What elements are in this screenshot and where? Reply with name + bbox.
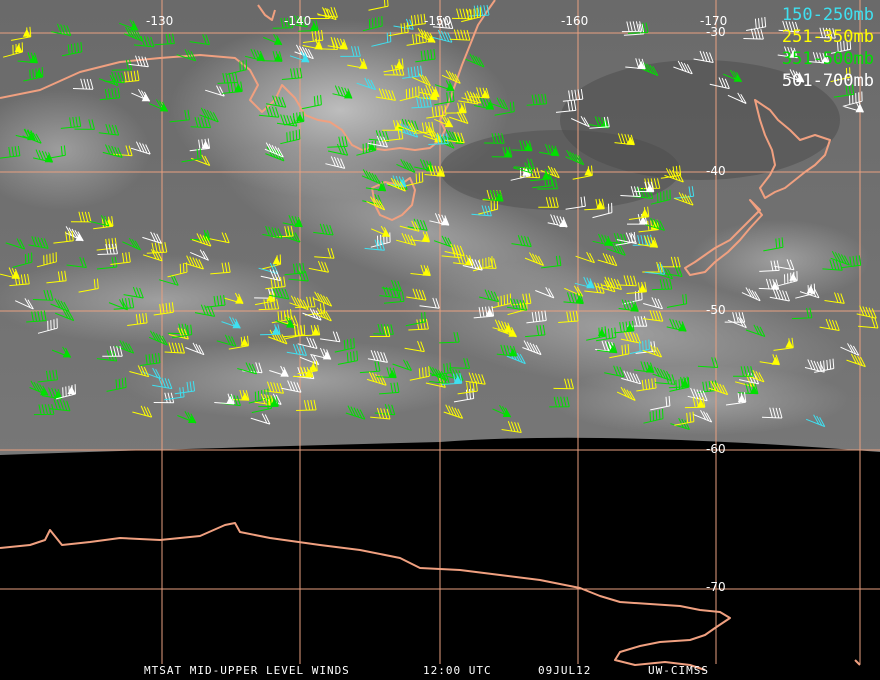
legend-item-251-350: 251-350mb	[781, 27, 874, 47]
lat-label-40: -40	[706, 164, 726, 178]
legend-item-150-250: 150-250mb	[781, 5, 874, 25]
footer-date: 09JUL12	[538, 664, 592, 677]
lon-label-130: -130	[146, 14, 174, 28]
footer-bar: MTSAT MID-UPPER LEVEL WINDS 12:00 UTC 09…	[0, 664, 880, 680]
lat-label-50: -50	[706, 303, 726, 317]
satellite-wind-map	[0, 0, 880, 680]
lat-label-30: -30	[706, 25, 726, 39]
legend-item-501-700: 501-700mb	[781, 71, 874, 91]
lon-label-160: -160	[561, 14, 589, 28]
pressure-legend: 150-250mb 251-350mb 351-500mb 501-700mb	[782, 4, 874, 92]
lat-label-60: -60	[706, 442, 726, 456]
lon-label-140: -140	[284, 14, 312, 28]
lat-label-70: -70	[706, 580, 726, 594]
lon-label-150: -150	[424, 14, 452, 28]
legend-item-351-500: 351-500mb	[781, 49, 874, 69]
footer-source: UW-CIMSS	[648, 664, 709, 677]
footer-time: 12:00 UTC	[423, 664, 492, 677]
footer-product: MTSAT MID-UPPER LEVEL WINDS	[144, 664, 350, 677]
